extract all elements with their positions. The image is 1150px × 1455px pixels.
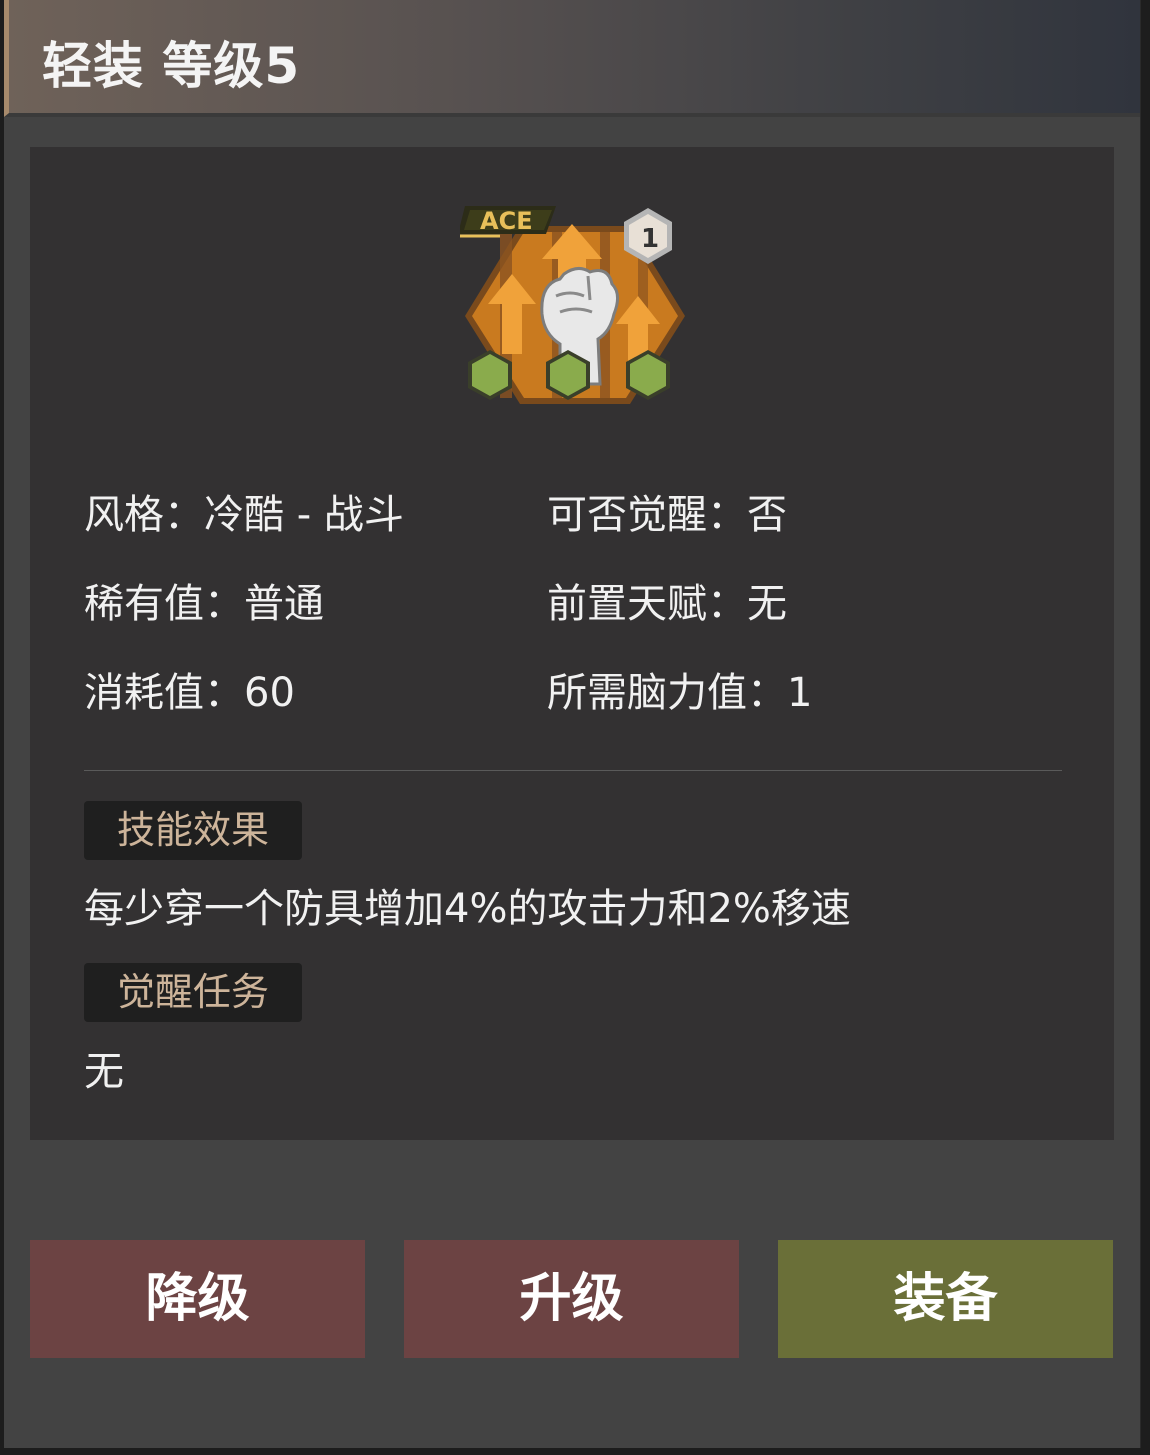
level-badge-text: 1 — [641, 224, 659, 254]
divider — [84, 770, 1062, 771]
stat-awaken: 可否觉醒：否 — [547, 482, 787, 540]
upgrade-button[interactable]: 升级 — [404, 1240, 739, 1358]
stat-prereq-value: 无 — [747, 581, 787, 627]
skill-dialog: 轻装 等级5 ACE 1 风格：冷酷 - 战斗 可否觉醒：否 稀有值：普通 前置… — [4, 0, 1141, 1448]
stat-prereq: 前置天赋：无 — [547, 571, 787, 629]
stat-cost: 消耗值：60 — [84, 660, 295, 718]
stat-rarity: 稀有值：普通 — [84, 571, 324, 629]
stat-cost-value: 60 — [244, 670, 295, 716]
stat-rarity-value: 普通 — [244, 581, 324, 627]
ace-badge-text: ACE — [480, 207, 533, 235]
awaken-task-tag: 觉醒任务 — [84, 963, 302, 1022]
equip-button[interactable]: 装备 — [778, 1240, 1113, 1358]
skill-info-panel: ACE 1 风格：冷酷 - 战斗 可否觉醒：否 稀有值：普通 前置天赋：无 消耗… — [30, 147, 1114, 1140]
title-bar: 轻装 等级5 — [4, 0, 1140, 117]
effect-tag: 技能效果 — [84, 801, 302, 860]
stat-style-label: 风格： — [84, 492, 204, 538]
stat-style-value: 冷酷 - 战斗 — [204, 492, 404, 538]
stat-prereq-label: 前置天赋： — [547, 581, 747, 627]
stat-style: 风格：冷酷 - 战斗 — [84, 482, 404, 540]
stat-brain: 所需脑力值：1 — [547, 660, 812, 718]
awaken-task-text: 无 — [84, 1049, 124, 1095]
stat-brain-label: 所需脑力值： — [547, 670, 787, 716]
stat-cost-label: 消耗值： — [84, 670, 244, 716]
stat-brain-value: 1 — [787, 670, 813, 716]
dialog-title: 轻装 等级5 — [42, 37, 301, 95]
downgrade-button[interactable]: 降级 — [30, 1240, 365, 1358]
stat-rarity-label: 稀有值： — [84, 581, 244, 627]
effect-text: 每少穿一个防具增加4%的攻击力和2%移速 — [84, 886, 851, 932]
stat-awaken-value: 否 — [747, 492, 787, 538]
fist-skill-icon: ACE 1 — [460, 206, 685, 404]
stat-awaken-label: 可否觉醒： — [547, 492, 747, 538]
